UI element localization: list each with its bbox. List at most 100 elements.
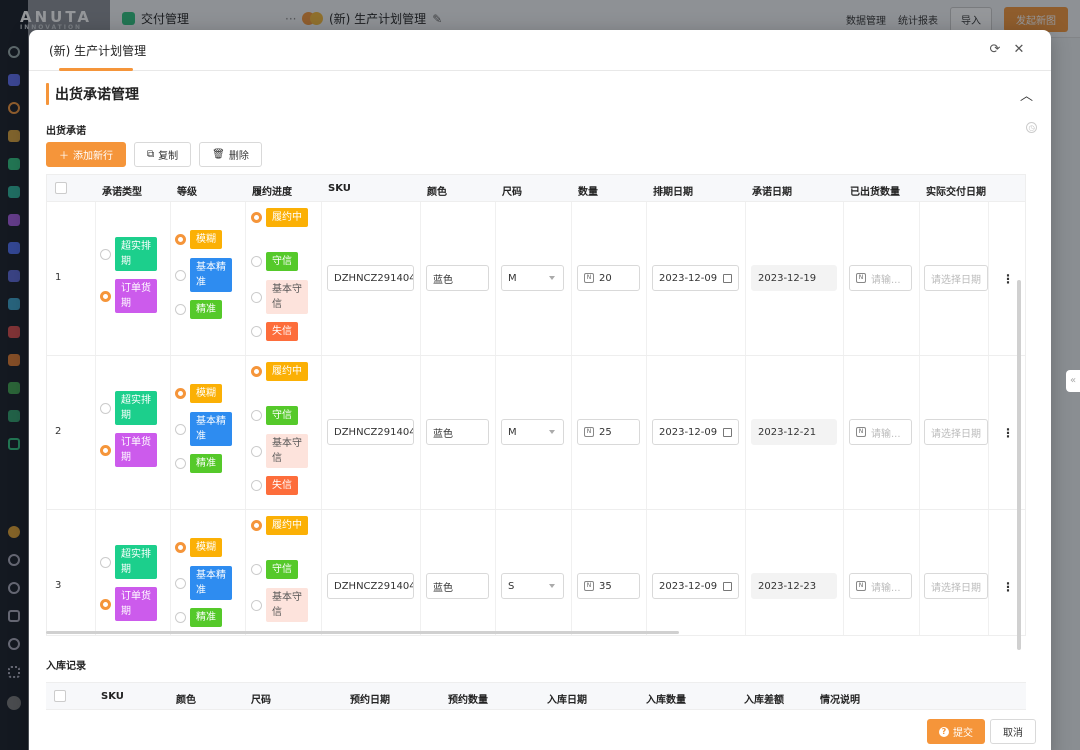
actual-date-picker[interactable]: 请选择日期 (924, 265, 988, 291)
shipped-qty-input[interactable]: N 请输... (849, 419, 912, 445)
schedule-date-picker[interactable]: 2023-12-09 (652, 573, 739, 599)
level-option[interactable]: 模糊 (175, 384, 222, 403)
radio-button[interactable] (251, 599, 262, 611)
row-more-icon[interactable]: ⋮ (1002, 272, 1014, 286)
inbound-select-all-checkbox[interactable] (54, 690, 66, 702)
size-select[interactable]: S (501, 573, 564, 599)
level-option[interactable]: 模糊 (175, 538, 222, 557)
progress-option[interactable]: 失信 (251, 476, 298, 495)
radio-button[interactable] (175, 388, 186, 399)
commit-type-option[interactable]: 超实排期 (100, 237, 157, 271)
qty-input[interactable]: N 25 (577, 419, 640, 445)
progress-option[interactable]: 履约中 (251, 516, 308, 535)
schedule-date-picker[interactable]: 2023-12-09 (652, 419, 739, 445)
radio-button[interactable] (251, 520, 262, 531)
commit-type-option[interactable]: 订单货期 (100, 279, 157, 313)
progress-option[interactable]: 履约中 (251, 362, 308, 381)
radio-button[interactable] (100, 598, 111, 610)
row-more-icon[interactable]: ⋮ (1002, 426, 1014, 440)
radio-button[interactable] (175, 612, 186, 623)
table-horizontal-scrollbar[interactable] (46, 631, 1026, 636)
radio-button[interactable] (100, 290, 111, 302)
level-option[interactable]: 模糊 (175, 230, 222, 249)
radio-button[interactable] (175, 542, 186, 553)
size-select[interactable]: M (501, 265, 564, 291)
color-input[interactable]: 蓝色 (426, 265, 489, 291)
radio-button[interactable] (251, 480, 262, 491)
radio-button[interactable] (175, 234, 186, 245)
level-option[interactable]: 基本精准 (175, 566, 232, 600)
radio-button[interactable] (100, 402, 111, 414)
add-row-button[interactable]: ＋ 添加新行 (46, 142, 126, 167)
copy-icon: ⧉ (147, 149, 155, 160)
level-option[interactable]: 基本精准 (175, 258, 232, 292)
progress-option[interactable]: 基本守信 (251, 588, 308, 622)
radio-button[interactable] (100, 556, 111, 568)
actual-date-picker[interactable]: 请选择日期 (924, 419, 988, 445)
submit-button[interactable]: ? 提交 (927, 719, 985, 744)
radio-button[interactable] (175, 577, 186, 589)
close-icon[interactable]: ✕ (1011, 42, 1027, 58)
qty-input[interactable]: N 20 (577, 265, 640, 291)
color-input[interactable]: 蓝色 (426, 573, 489, 599)
table-row: 2 超实排期 订单货期 模糊 基本精准 精准 履约中 守信 基本守信 失信 DZHNCZ291404… (47, 356, 1025, 510)
progress-option[interactable]: 基本守信 (251, 434, 308, 468)
radio-button[interactable] (175, 269, 186, 281)
radio-button[interactable] (251, 564, 262, 575)
history-icon[interactable]: ◷ (1026, 122, 1037, 133)
radio-button[interactable] (100, 248, 111, 260)
cancel-button[interactable]: 取消 (990, 719, 1036, 744)
qty-input[interactable]: N 35 (577, 573, 640, 599)
sku-input[interactable]: DZHNCZ291404- (327, 573, 414, 599)
commit-date-value: 2023-12-19 (758, 272, 817, 284)
col-commit-type: 承诺类型 (102, 187, 142, 198)
sku-input[interactable]: DZHNCZ291404- (327, 265, 414, 291)
radio-button[interactable] (175, 423, 186, 435)
radio-button[interactable] (251, 291, 262, 303)
radio-button[interactable] (251, 366, 262, 377)
shipped-qty-input[interactable]: N 请输... (849, 573, 912, 599)
radio-button[interactable] (175, 304, 186, 315)
trash-icon: 🗑 (212, 149, 225, 160)
radio-button[interactable] (175, 458, 186, 469)
modal-vertical-scrollbar[interactable] (1017, 280, 1021, 650)
progress-option[interactable]: 失信 (251, 322, 298, 341)
actual-date-picker[interactable]: 请选择日期 (924, 573, 988, 599)
column-divider (420, 202, 421, 355)
radio-button[interactable] (251, 326, 262, 337)
select-all-checkbox[interactable] (55, 182, 67, 194)
commit-type-option[interactable]: 超实排期 (100, 391, 157, 425)
shipped-qty-placeholder: 请输... (871, 274, 901, 286)
progress-option[interactable]: 守信 (251, 252, 298, 271)
commit-type-option[interactable]: 订单货期 (100, 433, 157, 467)
radio-button[interactable] (100, 444, 111, 456)
shipped-qty-input[interactable]: N 请输... (849, 265, 912, 291)
level-option[interactable]: 精准 (175, 300, 222, 319)
progress-option[interactable]: 履约中 (251, 208, 308, 227)
progress-option[interactable]: 基本守信 (251, 280, 308, 314)
radio-button[interactable] (251, 256, 262, 267)
delete-button[interactable]: 🗑 删除 (199, 142, 262, 167)
level-option[interactable]: 精准 (175, 608, 222, 627)
chevron-up-icon[interactable]: ︿ (1020, 85, 1033, 104)
schedule-date-picker[interactable]: 2023-12-09 (652, 265, 739, 291)
sku-input[interactable]: DZHNCZ291404- (327, 419, 414, 445)
refresh-icon[interactable]: ⟳ (987, 42, 1003, 58)
chevron-double-left-icon[interactable]: « (1066, 370, 1080, 392)
col-color: 颜色 (427, 187, 447, 198)
progress-option[interactable]: 守信 (251, 406, 298, 425)
color-input[interactable]: 蓝色 (426, 419, 489, 445)
level-option[interactable]: 基本精准 (175, 412, 232, 446)
radio-button[interactable] (251, 410, 262, 421)
commit-type-option[interactable]: 超实排期 (100, 545, 157, 579)
copy-button[interactable]: ⧉ 复制 (134, 142, 192, 167)
radio-button[interactable] (251, 212, 262, 223)
commit-type-option[interactable]: 订单货期 (100, 587, 157, 621)
row-more-icon[interactable]: ⋮ (1002, 580, 1014, 594)
progress-option[interactable]: 守信 (251, 560, 298, 579)
qty-value: 20 (599, 272, 612, 284)
scrollbar-thumb[interactable] (46, 631, 679, 634)
radio-button[interactable] (251, 445, 262, 457)
size-select[interactable]: M (501, 419, 564, 445)
level-option[interactable]: 精准 (175, 454, 222, 473)
